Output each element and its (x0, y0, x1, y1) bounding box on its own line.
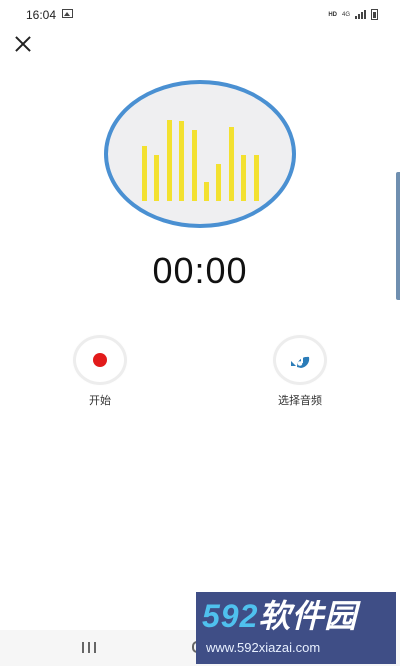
record-timer: 00:00 (152, 250, 248, 291)
status-indicators: HD 4G (328, 9, 378, 20)
sound-wave-bar (166, 120, 172, 201)
sound-wave-bar (253, 155, 259, 201)
sound-wave-bar (241, 155, 247, 201)
sound-wave-bar (216, 164, 222, 201)
start-label: 开始 (89, 395, 111, 407)
network-label: 4G (341, 11, 350, 18)
sound-wave-bar (179, 121, 185, 201)
select-audio-action: 选择音频 (250, 338, 350, 408)
select-audio-button[interactable] (276, 338, 324, 382)
sound-wave-bar (204, 182, 209, 201)
close-icon[interactable] (12, 34, 34, 54)
gallery-icon (62, 9, 73, 18)
watermark-logo-text: 软件园 (258, 598, 358, 634)
sound-wave-icon (108, 84, 292, 224)
sound-wave-bar (142, 146, 147, 201)
watermark-logo: 592软件园 (202, 598, 357, 634)
battery-icon (371, 9, 378, 20)
signal-icon (355, 10, 366, 19)
sound-wave-bar (154, 155, 160, 201)
recent-apps-icon[interactable] (82, 642, 96, 653)
watermark-logo-number: 592 (202, 598, 259, 634)
status-bar: 16:04 HD 4G (0, 0, 400, 28)
sound-wave-visualizer (104, 80, 296, 228)
watermark-banner: 592软件园 www.592xiazai.com (196, 592, 396, 664)
sound-wave-bar (191, 130, 197, 201)
record-icon (93, 353, 107, 367)
hd-label: HD (328, 11, 337, 18)
start-action: 开始 (50, 338, 150, 408)
select-audio-label: 选择音频 (278, 395, 322, 407)
start-record-button[interactable] (76, 338, 124, 382)
music-note-icon (291, 353, 310, 368)
watermark-url: www.592xiazai.com (206, 640, 321, 655)
sound-wave-bar (228, 127, 234, 201)
status-time: 16:04 (26, 8, 57, 22)
